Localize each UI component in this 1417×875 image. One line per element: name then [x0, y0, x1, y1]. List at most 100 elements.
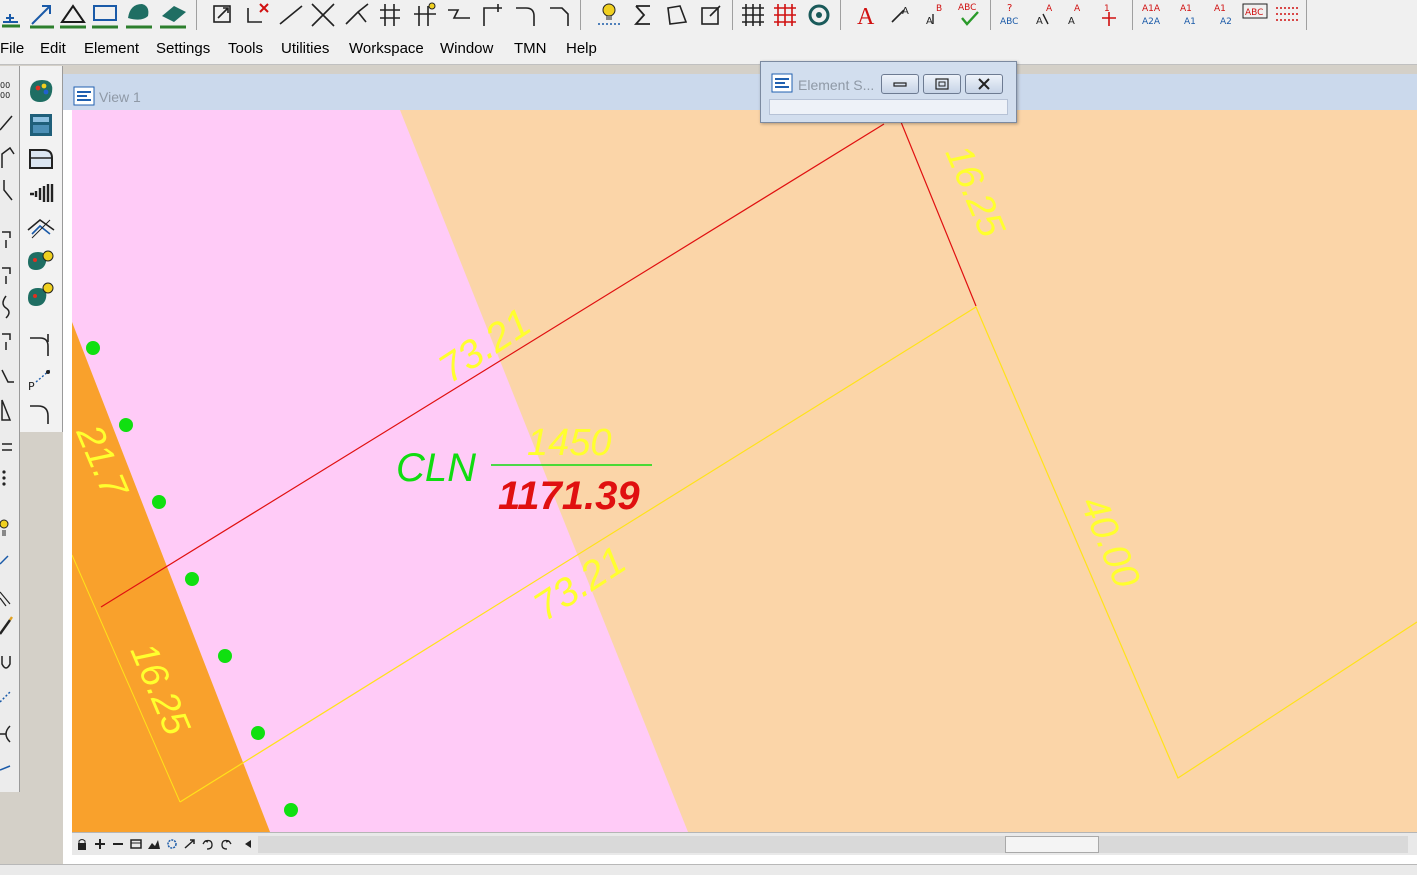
arrow-up-icon[interactable]	[0, 144, 18, 172]
arc-tool-icon[interactable]	[26, 398, 56, 428]
delete-part-icon[interactable]	[242, 0, 272, 30]
line-icon[interactable]	[0, 108, 18, 136]
redo-view-icon[interactable]	[218, 837, 234, 851]
list-icon[interactable]	[0, 434, 18, 462]
sigma-icon[interactable]	[628, 0, 658, 30]
view-titlebar[interactable]: View 1	[63, 74, 1417, 110]
chamfer-icon[interactable]	[546, 0, 576, 30]
text-sequence-a1-icon[interactable]: A1 A1	[1174, 0, 1204, 30]
palette-bulb-icon[interactable]	[26, 246, 56, 276]
menu-edit[interactable]: Edit	[40, 40, 66, 57]
bulb-icon[interactable]	[0, 514, 18, 542]
layer-stack-icon[interactable]	[158, 0, 188, 30]
text-sequence-a1a-icon[interactable]: A1A A2A	[1140, 0, 1170, 30]
zoom-in-icon[interactable]	[92, 837, 108, 851]
line-style-icon[interactable]	[26, 178, 56, 208]
triangle-tool-icon[interactable]	[58, 0, 88, 30]
place-line-icon[interactable]	[28, 0, 58, 30]
hatch-icon[interactable]	[0, 582, 18, 610]
menu-window[interactable]: Window	[440, 40, 493, 57]
text-increment-icon[interactable]: BA	[920, 0, 950, 30]
place-point-icon[interactable]	[0, 0, 30, 30]
text-node-icon[interactable]: 1	[1094, 0, 1124, 30]
intersect-icon[interactable]	[308, 0, 338, 30]
rotate-view-icon[interactable]	[164, 837, 180, 851]
curve-tail-icon[interactable]	[0, 756, 18, 784]
element-info-icon[interactable]	[26, 110, 56, 140]
svg-text:00: 00	[0, 81, 10, 90]
roof-tool-icon[interactable]	[26, 212, 56, 242]
pencil-icon[interactable]	[0, 612, 18, 640]
scale-icon[interactable]	[208, 0, 238, 30]
palette-icon[interactable]	[26, 76, 56, 106]
palette-bulb-alt-icon[interactable]	[26, 280, 56, 310]
grid-delete-icon[interactable]	[770, 0, 800, 30]
perpendicular-icon[interactable]	[0, 362, 18, 390]
toolbar-group-text-tools: ? ABC AA AA 1	[996, 0, 1133, 30]
text-lower-icon[interactable]: AA	[1062, 0, 1092, 30]
cell-library-icon[interactable]	[26, 144, 56, 174]
dimension-icon[interactable]	[0, 682, 18, 710]
arc-icon[interactable]	[0, 720, 18, 748]
pan-view-icon[interactable]	[182, 837, 198, 851]
zoom-out-icon[interactable]	[110, 837, 126, 851]
drawing-canvas[interactable]: 73.21 73.21 16.25 16.25 40.00 21.7 CLN 1…	[72, 110, 1417, 832]
arc-u-icon[interactable]	[0, 648, 18, 676]
grid-icon[interactable]	[738, 0, 768, 30]
delete-vertex-icon[interactable]	[0, 258, 18, 286]
polygon-tool-icon[interactable]	[662, 0, 692, 30]
corner-arc-icon[interactable]	[26, 330, 56, 360]
target-icon[interactable]	[804, 0, 834, 30]
export-icon[interactable]	[696, 0, 726, 30]
fill-shape-icon[interactable]	[124, 0, 154, 30]
diagonal-icon[interactable]	[0, 544, 18, 572]
coordinate-icon[interactable]: 00 00	[0, 76, 18, 104]
element-selection-window[interactable]: Element S...	[760, 61, 1017, 123]
modify-vertex-icon[interactable]	[0, 324, 18, 352]
close-button[interactable]	[965, 74, 1003, 94]
menu-workspace[interactable]: Workspace	[349, 40, 424, 57]
menu-element[interactable]: Element	[84, 40, 139, 57]
menu-file[interactable]: File	[0, 40, 24, 57]
text-query-icon[interactable]: ? ABC	[996, 0, 1026, 30]
menu-settings[interactable]: Settings	[156, 40, 210, 57]
menu-utilities[interactable]: Utilities	[281, 40, 329, 57]
extend-line-icon[interactable]	[276, 0, 306, 30]
text-box-icon[interactable]: ABC	[1240, 0, 1270, 30]
text-lines-icon[interactable]	[1272, 0, 1302, 30]
scroll-left-icon[interactable]	[240, 837, 256, 851]
window-area-icon[interactable]	[128, 837, 144, 851]
menu-tmn[interactable]: TMN	[514, 40, 547, 57]
view-title: View 1	[99, 89, 141, 105]
undo-view-icon[interactable]	[200, 837, 216, 851]
trim-icon[interactable]	[342, 0, 372, 30]
construct-corner-icon[interactable]	[478, 0, 508, 30]
abc-label: A1	[1214, 4, 1226, 14]
lock-icon[interactable]	[74, 837, 90, 851]
text-spell-icon[interactable]: ABC	[954, 0, 984, 30]
snap-bulb-icon[interactable]	[594, 0, 624, 30]
trim-to-element-icon[interactable]	[410, 0, 440, 30]
multi-trim-icon[interactable]	[376, 0, 406, 30]
toolbar-group-snaps	[588, 0, 733, 30]
fillet-icon[interactable]	[512, 0, 542, 30]
text-edit-icon[interactable]: A	[886, 0, 916, 30]
dots-icon[interactable]	[0, 464, 18, 492]
text-place-icon[interactable]: A	[852, 0, 882, 30]
place-point-p-icon[interactable]: P	[26, 364, 56, 394]
menu-tools[interactable]: Tools	[228, 40, 263, 57]
horizontal-scrollbar[interactable]	[258, 836, 1408, 853]
slope-icon[interactable]	[0, 396, 18, 424]
insert-vertex-icon[interactable]	[0, 222, 18, 250]
text-upper-icon[interactable]: AA	[1030, 0, 1060, 30]
restore-button[interactable]	[923, 74, 961, 94]
text-sequence-a2-icon[interactable]: A1 A2	[1208, 0, 1238, 30]
scrollbar-thumb[interactable]	[1005, 836, 1099, 853]
measure-distance-icon[interactable]	[90, 0, 120, 30]
menu-help[interactable]: Help	[566, 40, 597, 57]
polyline-icon[interactable]	[0, 176, 18, 204]
minimize-button[interactable]	[881, 74, 919, 94]
fit-view-icon[interactable]	[146, 837, 162, 851]
break-element-icon[interactable]	[444, 0, 474, 30]
curve-icon[interactable]	[0, 292, 18, 320]
